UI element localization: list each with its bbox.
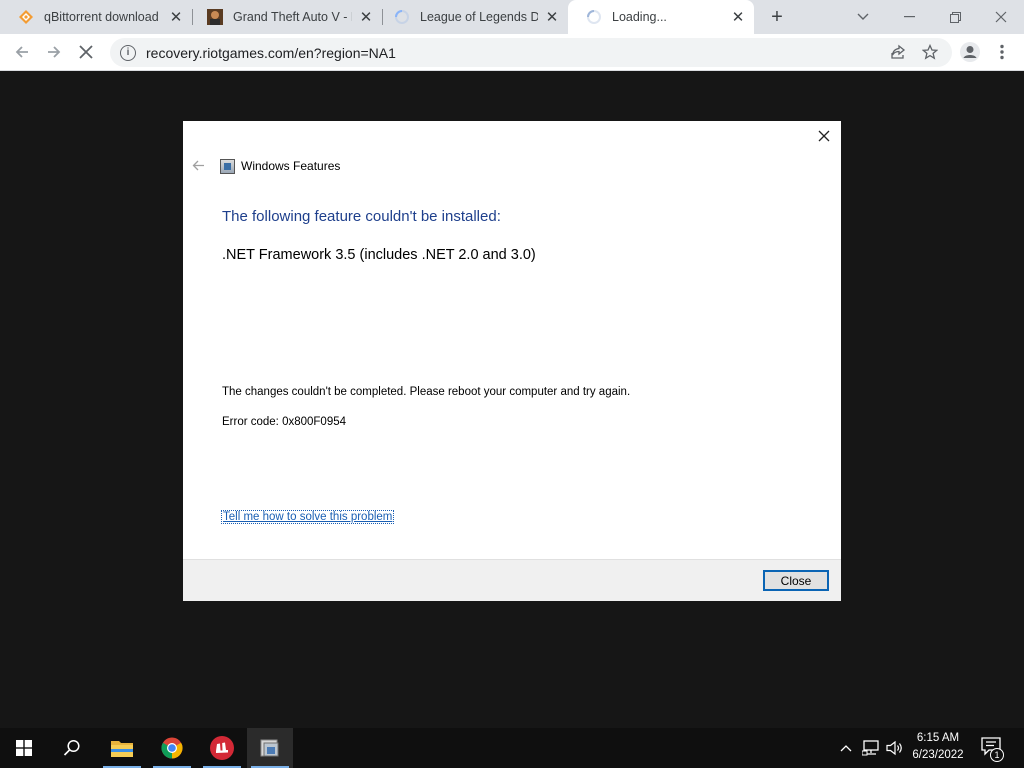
error-message: The changes couldn't be completed. Pleas…: [222, 386, 631, 398]
dialog-app-title: Windows Features: [241, 159, 341, 173]
dialog-back-arrow-icon[interactable]: [191, 158, 205, 172]
windows-features-icon: [220, 159, 235, 174]
profile-avatar-icon[interactable]: [956, 38, 984, 66]
forward-arrow-icon[interactable]: [40, 38, 68, 66]
dialog-footer: Close: [183, 559, 841, 601]
loading-spinner-icon: [394, 9, 410, 25]
qbittorrent-icon: [18, 9, 34, 25]
volume-icon[interactable]: [884, 728, 906, 768]
clock-date: 6/23/2022: [912, 749, 964, 761]
browser-tabstrip: qBittorrent download | ✕ Grand Theft Aut…: [0, 0, 1024, 34]
new-tab-button[interactable]: +: [765, 5, 789, 29]
menu-kebab-icon[interactable]: [988, 38, 1016, 66]
tab-gta[interactable]: Grand Theft Auto V - F ✕: [189, 0, 382, 34]
minimize-icon[interactable]: [886, 0, 932, 34]
share-icon[interactable]: [884, 38, 912, 66]
clock-time: 6:15 AM: [916, 732, 960, 744]
restore-icon[interactable]: [932, 0, 978, 34]
clock[interactable]: 6:15 AM 6/23/2022: [905, 730, 971, 766]
network-icon[interactable]: [860, 728, 882, 768]
help-link[interactable]: Tell me how to solve this problem: [220, 510, 395, 524]
taskbar: 6:15 AM 6/23/2022 1: [0, 728, 1024, 768]
close-button[interactable]: Close: [763, 570, 829, 591]
tab-close-icon[interactable]: ✕: [358, 9, 374, 26]
close-window-icon[interactable]: [978, 0, 1024, 34]
address-url: recovery.riotgames.com/en?region=NA1: [146, 44, 396, 61]
stop-loading-icon[interactable]: [72, 38, 100, 66]
tab-close-icon[interactable]: ✕: [730, 9, 746, 26]
error-code: Error code: 0x800F0954: [222, 416, 347, 428]
dialog-heading: The following feature couldn't be instal…: [222, 208, 501, 225]
tab-title: Grand Theft Auto V - F: [233, 10, 352, 24]
show-hidden-icons-chevron-icon[interactable]: [836, 728, 856, 768]
screen: qBittorrent download | ✕ Grand Theft Aut…: [0, 0, 1024, 768]
tab-league-of-legends[interactable]: League of Legends Do ✕: [376, 0, 568, 34]
file-explorer-icon[interactable]: [99, 728, 145, 768]
start-windows-icon[interactable]: [1, 728, 47, 768]
feature-name: .NET Framework 3.5 (includes .NET 2.0 an…: [222, 247, 536, 263]
loading-spinner-icon: [586, 9, 602, 25]
tab-title: Loading...: [612, 10, 667, 24]
tab-loading[interactable]: Loading... ✕: [568, 0, 754, 34]
tab-close-icon[interactable]: ✕: [544, 9, 560, 26]
tab-title: qBittorrent download |: [44, 10, 162, 24]
gta-icon: [207, 9, 223, 25]
riot-client-icon[interactable]: [199, 728, 245, 768]
windows-features-taskbar-icon[interactable]: [247, 728, 293, 768]
search-icon[interactable]: [49, 728, 95, 768]
back-arrow-icon[interactable]: [8, 38, 36, 66]
windows-features-dialog: Windows Features The following feature c…: [183, 121, 841, 601]
bookmark-star-icon[interactable]: [916, 38, 944, 66]
dialog-close-icon[interactable]: [815, 127, 833, 145]
notification-count-badge: 1: [990, 748, 1004, 762]
address-bar[interactable]: i recovery.riotgames.com/en?region=NA1: [110, 38, 952, 67]
browser-toolbar: i recovery.riotgames.com/en?region=NA1: [0, 34, 1024, 71]
site-info-icon[interactable]: i: [120, 44, 136, 61]
tab-title: League of Legends Do: [420, 10, 538, 24]
tab-qbittorrent[interactable]: qBittorrent download | ✕: [0, 0, 192, 34]
tab-search-icon[interactable]: [840, 0, 886, 34]
chrome-icon[interactable]: [149, 728, 195, 768]
tab-close-icon[interactable]: ✕: [168, 9, 184, 26]
